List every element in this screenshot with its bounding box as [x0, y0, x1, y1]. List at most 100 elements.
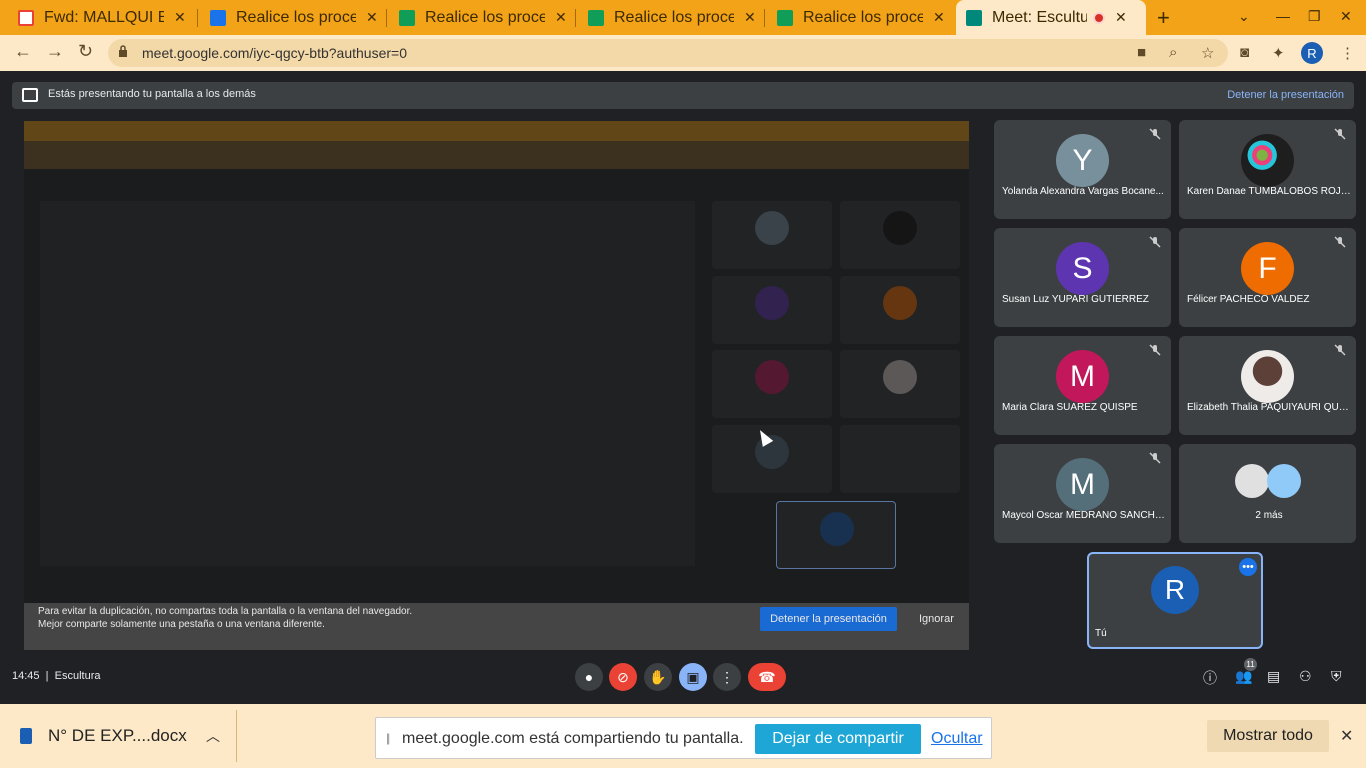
- ignore-button[interactable]: Ignorar: [919, 613, 954, 625]
- avatar: M: [1056, 350, 1109, 403]
- duplication-warning: Para evitar la duplicación, no compartas…: [24, 603, 969, 650]
- screenshot-icon[interactable]: ◙: [1240, 44, 1249, 61]
- participant-tile[interactable]: S Susan Luz YUPARI GUTIERREZ: [994, 228, 1171, 327]
- tab-label: Meet: Escultur: [992, 8, 1087, 26]
- restore-button[interactable]: ❐: [1308, 8, 1321, 25]
- participant-name: Elizabeth Thalia PAQUIYAURI QUIS...: [1187, 402, 1351, 413]
- close-icon[interactable]: ✕: [555, 9, 567, 26]
- share-message: meet.google.com está compartiendo tu pan…: [402, 730, 744, 747]
- mic-off-icon: [1149, 452, 1161, 464]
- activities-icon[interactable]: ⚇: [1299, 668, 1312, 685]
- duplication-line-1: Para evitar la duplicación, no compartas…: [38, 606, 413, 617]
- mic-off-icon: [1149, 128, 1161, 140]
- classroom-icon: [588, 9, 604, 26]
- close-icon[interactable]: ✕: [174, 9, 186, 26]
- word-doc-icon: [20, 728, 32, 744]
- more-vert-icon: ⋮: [720, 668, 734, 685]
- avatar: M: [1056, 458, 1109, 511]
- tab-classroom-3[interactable]: Realice los proces ✕: [767, 0, 955, 35]
- chevron-up-icon[interactable]: ︿: [206, 726, 220, 746]
- tab-label: Realice los proces: [236, 8, 356, 26]
- participant-tile[interactable]: M Maria Clara SUAREZ QUISPE: [994, 336, 1171, 435]
- extensions-icon[interactable]: ✦: [1272, 44, 1285, 62]
- minimize-button[interactable]: —: [1276, 8, 1290, 24]
- present-screen-icon: [22, 88, 38, 102]
- download-item[interactable]: N° DE EXP....docx: [20, 726, 187, 746]
- close-icon[interactable]: ✕: [366, 9, 378, 26]
- microphone-button[interactable]: ●: [575, 663, 603, 691]
- bookmark-star-icon[interactable]: ☆: [1201, 44, 1214, 62]
- tab-classroom-2[interactable]: Realice los proces ✕: [578, 0, 766, 35]
- stop-presenting-button[interactable]: Detener la presentación: [760, 607, 897, 631]
- avatar: R: [1151, 566, 1199, 614]
- close-icon[interactable]: ✕: [933, 9, 945, 26]
- participant-tile[interactable]: M Maycol Oscar MEDRANO SANCHEZ: [994, 444, 1171, 543]
- profile-avatar[interactable]: R: [1301, 42, 1323, 64]
- mic-off-icon: [1334, 236, 1346, 248]
- meeting-info: 14:45 | Escultura: [12, 670, 100, 682]
- meeting-time: 14:45: [12, 670, 40, 682]
- mic-off-icon: [1334, 128, 1346, 140]
- presenting-banner: Estás presentando tu pantalla a los demá…: [12, 82, 1354, 109]
- end-call-button[interactable]: ☎: [748, 663, 786, 691]
- participant-name: Susan Luz YUPARI GUTIERREZ: [1002, 294, 1149, 305]
- show-all-button[interactable]: Mostrar todo: [1207, 720, 1329, 752]
- meeting-name: Escultura: [54, 670, 101, 682]
- camera-off-button[interactable]: ⊘: [609, 663, 637, 691]
- url-text: meet.google.com/iyc-qgcy-btb?authuser=0: [142, 45, 407, 61]
- avatar: [1235, 464, 1269, 498]
- tab-label: Realice los proces: [614, 8, 734, 26]
- more-options-icon[interactable]: •••: [1239, 558, 1257, 576]
- forward-button[interactable]: →: [46, 41, 64, 62]
- info-icon[interactable]: ⓘ: [1203, 668, 1217, 688]
- download-bar: N° DE EXP....docx ︿ || meet.google.com e…: [0, 704, 1366, 768]
- tab-separator: [197, 9, 198, 27]
- close-icon[interactable]: ✕: [744, 9, 756, 26]
- participant-name: Karen Danae TUMBALOBOS ROJAS: [1187, 186, 1351, 197]
- hand-icon: ✋: [649, 668, 667, 685]
- avatar: Y: [1056, 134, 1109, 187]
- meet-main: Estás presentando tu pantalla a los demá…: [0, 71, 1366, 704]
- hide-link[interactable]: Ocultar: [931, 730, 983, 748]
- participant-tile[interactable]: F Félicer PACHECO VALDEZ: [1179, 228, 1356, 327]
- tab-search-icon[interactable]: ⌄: [1238, 8, 1250, 25]
- avatar: [1241, 350, 1294, 403]
- zoom-icon[interactable]: ⌕: [1169, 44, 1177, 61]
- participant-tile[interactable]: Y Yolanda Alexandra Vargas Bocane...: [994, 120, 1171, 219]
- participant-name: Maria Clara SUAREZ QUISPE: [1002, 402, 1138, 413]
- participant-tile[interactable]: Karen Danae TUMBALOBOS ROJAS: [1179, 120, 1356, 219]
- tab-label: Fwd: MALLQUI BA: [44, 8, 164, 26]
- present-button[interactable]: ▣: [679, 663, 707, 691]
- reload-button[interactable]: ↻: [78, 41, 93, 62]
- more-options-button[interactable]: ⋮: [713, 663, 741, 691]
- close-icon[interactable]: ✕: [1340, 726, 1353, 746]
- chat-icon[interactable]: ▤: [1267, 668, 1280, 685]
- close-icon[interactable]: ✕: [1115, 9, 1127, 26]
- back-button[interactable]: ←: [14, 41, 32, 62]
- stop-sharing-button[interactable]: Dejar de compartir: [755, 724, 921, 754]
- divider: |: [42, 670, 55, 682]
- tab-label: Realice los proces: [425, 8, 545, 26]
- avatar: F: [1241, 242, 1294, 295]
- raise-hand-button[interactable]: ✋: [644, 663, 672, 691]
- self-tile[interactable]: R Tú •••: [1087, 552, 1263, 649]
- camera-in-use-icon[interactable]: ■: [1137, 44, 1146, 61]
- drag-handle[interactable]: ||: [386, 731, 390, 745]
- tab-meet[interactable]: Meet: Escultur ✕: [956, 0, 1146, 35]
- meeting-controls: 14:45 | Escultura ● ⊘ ✋ ▣ ⋮ ☎ ⓘ 👥 ▤ ⚇ ⛨: [0, 656, 1366, 704]
- tab-separator: [575, 9, 576, 27]
- participant-name: Maycol Oscar MEDRANO SANCHEZ: [1002, 510, 1166, 521]
- mic-icon: ●: [584, 669, 594, 685]
- stop-presenting-link[interactable]: Detener la presentación: [1227, 89, 1344, 101]
- address-bar[interactable]: meet.google.com/iyc-qgcy-btb?authuser=0: [108, 39, 1228, 67]
- tab-classroom-1[interactable]: Realice los proces ✕: [389, 0, 577, 35]
- participant-tile[interactable]: Elizabeth Thalia PAQUIYAURI QUIS...: [1179, 336, 1356, 435]
- host-controls-icon[interactable]: ⛨: [1331, 668, 1342, 685]
- menu-dots-icon[interactable]: ⋮: [1340, 44, 1355, 62]
- tab-docs[interactable]: Realice los proces ✕: [200, 0, 388, 35]
- window-close-button[interactable]: ✕: [1340, 8, 1352, 25]
- presenting-message: Estás presentando tu pantalla a los demá…: [48, 88, 256, 100]
- new-tab-button[interactable]: +: [1157, 5, 1170, 31]
- more-participants-tile[interactable]: 2 más: [1179, 444, 1356, 543]
- tab-gmail[interactable]: Fwd: MALLQUI BA ✕: [8, 0, 196, 35]
